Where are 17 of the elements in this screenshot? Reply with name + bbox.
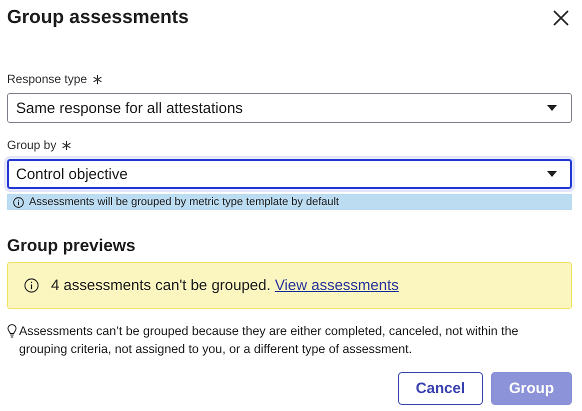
select-field[interactable]: Same response for all attestations (7, 93, 572, 123)
close-icon (552, 9, 570, 27)
section-heading: Group previews (7, 236, 136, 256)
info-icon (24, 278, 39, 293)
select-field[interactable]: Control objective (7, 159, 572, 189)
hint-text: Assessments can’t be grouped because they are either completed, canceled, not within the grouping criteria, not assigned to you, or a different type of assessment. (19, 323, 520, 358)
lightbulb-icon (7, 324, 17, 338)
warning-text: 4 assessments can't be grouped. View assessments (51, 277, 399, 294)
dropdown-icon (547, 105, 557, 111)
cancel-button[interactable]: Cancel (398, 372, 483, 405)
info-text: Assessments will be grouped by metric type template by default (29, 196, 339, 208)
info-icon (13, 196, 24, 208)
dropdown-icon (547, 171, 557, 177)
field-label: Group by (7, 138, 56, 152)
dialog-title: Group assessments (7, 7, 189, 29)
field-label: Response type (7, 72, 88, 86)
view-assessments-link[interactable]: View assessments (274, 277, 399, 294)
